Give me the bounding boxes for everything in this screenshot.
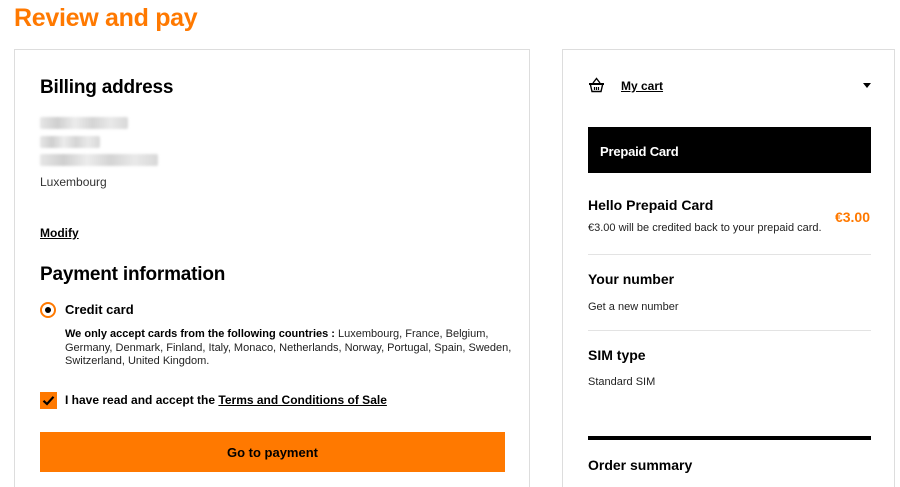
cart-item-description: €3.00 will be credited back to your prep… [588,222,822,234]
credit-card-radio[interactable] [40,302,56,318]
go-to-payment-button[interactable]: Go to payment [40,432,505,472]
your-number-title: Your number [588,271,675,287]
accepted-countries-note: We only accept cards from the following … [65,328,515,369]
address-line-redacted [40,136,100,148]
basket-icon [588,77,605,98]
sim-type-value: Standard SIM [588,376,656,388]
accept-terms-prefix: I have read and accept the [65,393,219,407]
product-banner: Prepaid Card [588,127,871,173]
cart-item-price: €3.00 [834,209,870,225]
cart-item-title: Hello Prepaid Card [588,197,714,213]
my-cart-label[interactable]: My cart [621,79,663,93]
billing-address-heading: Billing address [40,77,174,98]
address-line-redacted [40,117,128,129]
accept-terms-label: I have read and accept the Terms and Con… [65,393,387,407]
page-title: Review and pay [14,4,198,32]
my-cart-toggle[interactable]: My cart [588,76,871,96]
address-country: Luxembourg [40,175,107,189]
credit-card-label[interactable]: Credit card [65,302,134,317]
checkmark-icon [42,396,55,406]
modify-address-link[interactable]: Modify [40,226,79,240]
order-summary-title: Order summary [588,457,693,473]
terms-conditions-link[interactable]: Terms and Conditions of Sale [218,393,386,407]
accepted-countries-intro: We only accept cards from the following … [65,328,335,340]
divider [588,254,871,255]
payment-information-heading: Payment information [40,264,226,285]
cart-panel: My cart Prepaid Card Hello Prepaid Card … [562,49,895,487]
accept-terms-checkbox[interactable] [40,392,57,409]
divider [588,330,871,331]
your-number-value: Get a new number [588,301,679,313]
chevron-down-icon[interactable] [863,83,871,88]
summary-divider [588,436,871,440]
sim-type-title: SIM type [588,347,646,363]
checkout-form-panel: Billing address Luxembourg Modify Paymen… [14,49,530,487]
address-line-redacted [40,154,158,166]
